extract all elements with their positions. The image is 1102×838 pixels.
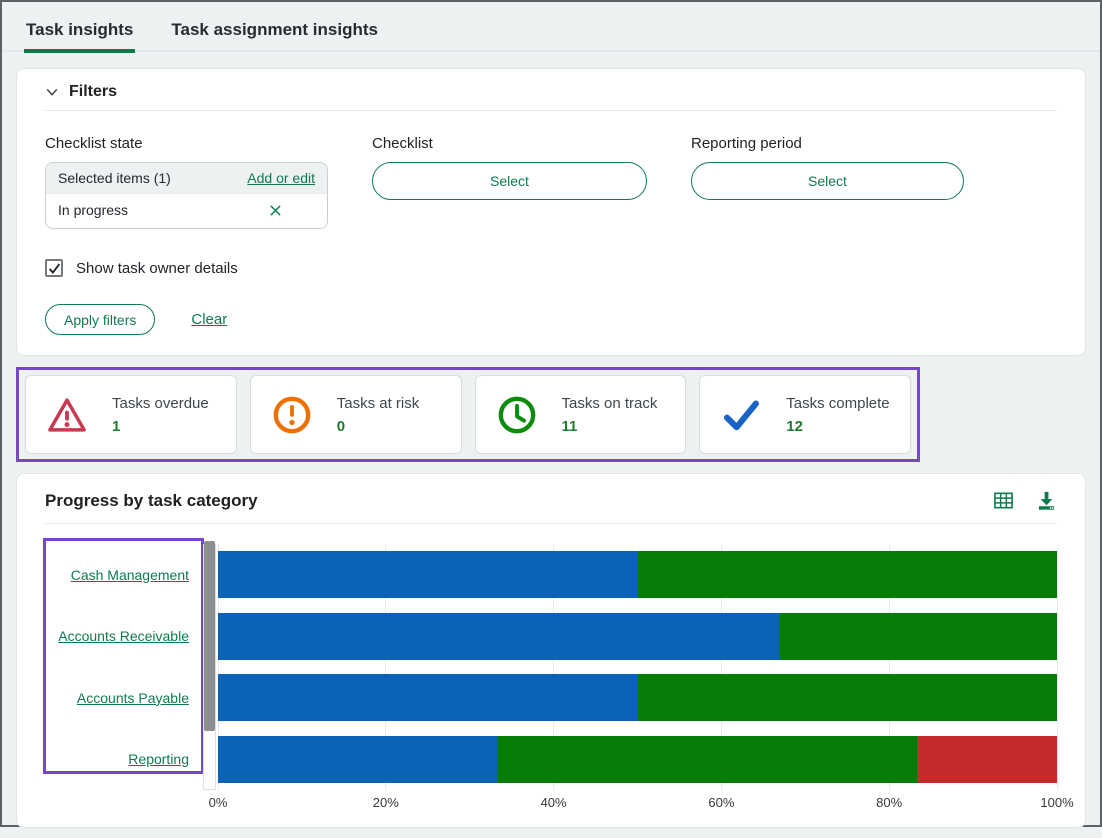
- reporting-period-select-button[interactable]: Select: [691, 162, 964, 200]
- chevron-down-icon[interactable]: [45, 85, 59, 99]
- card-value: 11: [561, 417, 578, 435]
- tab-task-insights[interactable]: Task insights: [24, 6, 136, 53]
- bar-segment-red-segment[interactable]: [916, 735, 1057, 783]
- page-content: Filters Checklist state Selected items (…: [2, 52, 1100, 838]
- card-tasks-complete: Tasks complete 12: [699, 375, 911, 454]
- bar-segment-blue-segment[interactable]: [218, 612, 781, 660]
- bar-segment-green-segment[interactable]: [637, 674, 1057, 722]
- selected-items-count: Selected items (1): [58, 170, 171, 186]
- bar-segment-blue-segment[interactable]: [218, 735, 498, 783]
- checklist-state-box: Selected items (1) Add or edit In progre…: [45, 162, 328, 229]
- clock-icon: [496, 394, 538, 436]
- axis-tick-label: 60%: [708, 795, 735, 810]
- category-link[interactable]: Accounts Payable: [77, 690, 189, 706]
- category-link[interactable]: Reporting: [128, 751, 189, 767]
- bar-segment-blue-segment[interactable]: [218, 674, 638, 722]
- filter-actions: Apply filters Clear: [45, 304, 1057, 335]
- card-value: 1: [112, 417, 121, 435]
- chart-body: Cash Management Accounts Receivable Accoun…: [43, 538, 1058, 791]
- chart-panel: Progress by task category Cash Managemen…: [16, 473, 1086, 828]
- category-row: Accounts Payable: [45, 667, 201, 729]
- checklist-select-button[interactable]: Select: [372, 162, 647, 200]
- add-or-edit-link[interactable]: Add or edit: [247, 170, 315, 186]
- table-icon[interactable]: [993, 490, 1014, 511]
- filters-header[interactable]: Filters: [45, 83, 1057, 111]
- category-row: Accounts Receivable: [45, 606, 201, 668]
- apply-filters-button[interactable]: Apply filters: [45, 304, 156, 335]
- axis-tick-label: 20%: [372, 795, 399, 810]
- chip-label: In progress: [58, 202, 129, 218]
- check-icon: [720, 394, 762, 436]
- bar-row: [218, 612, 1057, 660]
- card-value: 0: [336, 417, 346, 435]
- filters-title: Filters: [69, 83, 118, 100]
- card-tasks-on-track: Tasks on track 11: [474, 375, 687, 454]
- card-label: Tasks complete: [786, 394, 890, 412]
- axis-tick-label: 80%: [876, 795, 903, 810]
- card-tasks-overdue: Tasks overdue 1: [25, 375, 237, 454]
- category-link[interactable]: Cash Management: [71, 567, 189, 583]
- chart-title: Progress by task category: [45, 490, 258, 510]
- exclamation-circle-icon: [271, 394, 313, 436]
- category-row: Reporting: [45, 729, 201, 791]
- card-label: Tasks on track: [561, 394, 658, 412]
- card-label: Tasks at risk: [336, 394, 420, 412]
- x-axis: 0% 20% 40% 60% 80% 100%: [45, 795, 1074, 813]
- bar-segment-green-segment[interactable]: [497, 735, 917, 783]
- category-link[interactable]: Accounts Receivable: [58, 628, 189, 644]
- reporting-period-label: Reporting period: [691, 135, 802, 152]
- card-value: 12: [786, 417, 803, 435]
- filters-grid: Checklist state Selected items (1) Add o…: [45, 135, 1057, 229]
- warning-triangle-icon: [46, 394, 88, 436]
- card-label: Tasks overdue: [112, 394, 209, 412]
- bar-row: [218, 674, 1057, 722]
- bar-segment-green-segment[interactable]: [637, 551, 1057, 599]
- checklist-state-label: Checklist state: [45, 135, 143, 152]
- axis-tick-label: 100%: [1040, 795, 1074, 810]
- annotation-box-cards: Tasks overdue 1 Tasks at risk 0 Tasks on…: [16, 367, 920, 462]
- clear-filters-link[interactable]: Clear: [191, 311, 227, 328]
- bar-row: [218, 551, 1057, 599]
- selected-chip-row: In progress: [46, 194, 327, 228]
- tab-strip: Task insights Task assignment insights: [2, 2, 1100, 53]
- show-owner-row: Show task owner details: [45, 259, 1057, 277]
- bar-segment-green-segment[interactable]: [780, 612, 1057, 660]
- remove-chip-icon[interactable]: [269, 204, 282, 217]
- chart-header: Progress by task category: [45, 490, 1057, 524]
- download-icon[interactable]: [1036, 490, 1057, 511]
- show-owner-checkbox[interactable]: [45, 259, 63, 277]
- axis-tick-label: 40%: [540, 795, 567, 810]
- show-owner-label: Show task owner details: [76, 259, 238, 277]
- tab-task-assignment-insights[interactable]: Task assignment insights: [169, 6, 380, 53]
- category-row: Cash Management: [45, 544, 201, 606]
- bar-row: [218, 735, 1057, 783]
- filters-panel: Filters Checklist state Selected items (…: [16, 68, 1086, 356]
- chart-scrollbar-thumb[interactable]: [204, 541, 215, 732]
- card-tasks-at-risk: Tasks at risk 0: [249, 375, 462, 454]
- bar-segment-blue-segment[interactable]: [218, 551, 638, 599]
- category-labels-column: Cash Management Accounts Receivable Accoun…: [43, 538, 204, 791]
- chart-scrollbar-track[interactable]: [203, 541, 216, 790]
- axis-tick-label: 0%: [208, 795, 228, 810]
- checklist-label: Checklist: [372, 135, 433, 152]
- chart-plot-area: [217, 544, 1058, 790]
